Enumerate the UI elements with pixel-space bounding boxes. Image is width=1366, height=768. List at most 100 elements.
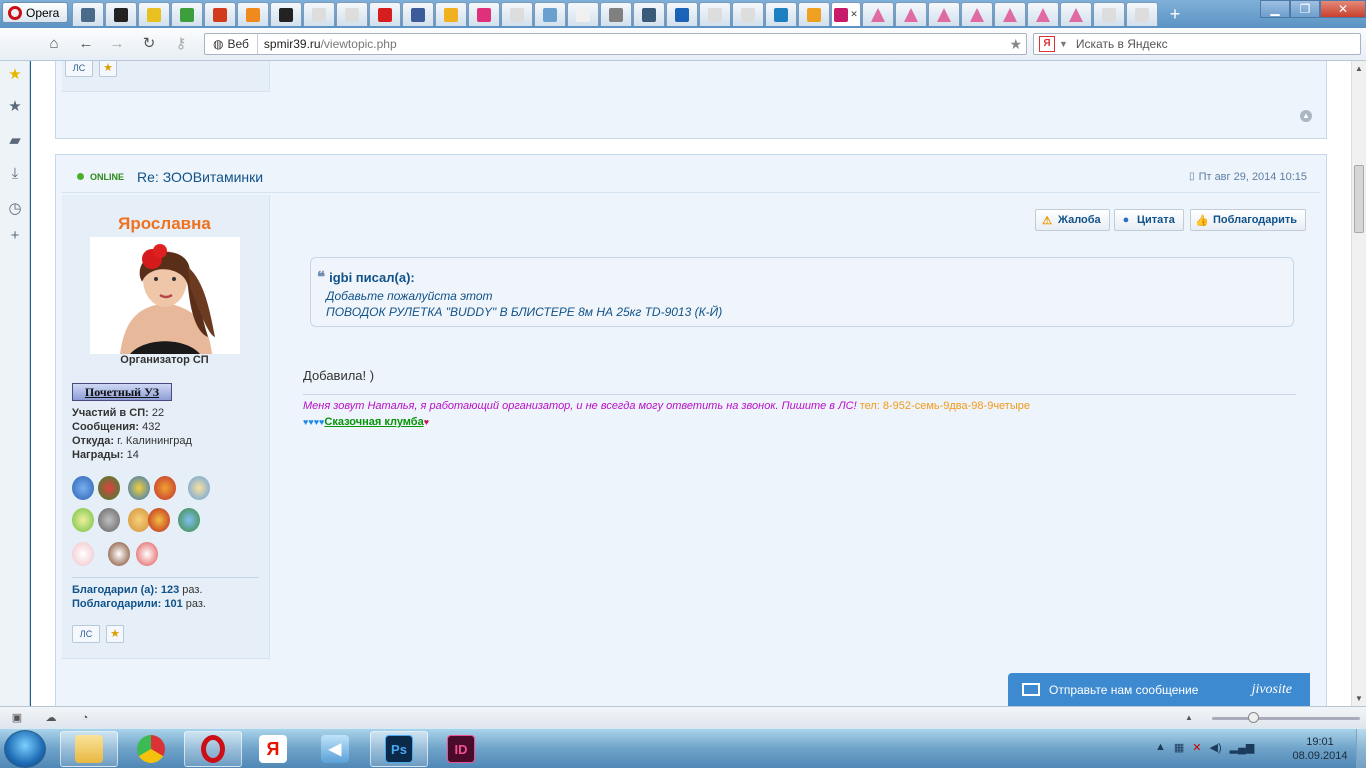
downloads-icon[interactable]: ⤓: [6, 165, 24, 183]
browser-tab[interactable]: [501, 2, 533, 26]
taskbar-yandex[interactable]: Я: [244, 731, 302, 767]
notes-icon[interactable]: ▰: [6, 132, 24, 150]
browser-tab[interactable]: [303, 2, 335, 26]
browser-tab[interactable]: [961, 2, 993, 26]
taskbar-chrome[interactable]: [122, 731, 180, 767]
close-tab-icon[interactable]: ✕: [850, 9, 858, 20]
quote-button[interactable]: ● Цитата: [1114, 209, 1184, 231]
speed-dial-star-icon[interactable]: ★: [6, 66, 24, 84]
show-desktop-button[interactable]: [1356, 729, 1366, 768]
taskbar-explorer[interactable]: [60, 731, 118, 767]
reputation-star-icon[interactable]: ★: [106, 625, 124, 643]
url-text[interactable]: spmir39.ru/viewtopic.php: [258, 37, 397, 51]
browser-tab[interactable]: [862, 2, 894, 26]
start-button[interactable]: [4, 730, 46, 768]
award-medal-icon[interactable]: [72, 476, 94, 500]
award-green-medal-icon[interactable]: [72, 508, 94, 532]
browser-tab[interactable]: [336, 2, 368, 26]
history-icon[interactable]: ◷: [6, 200, 24, 218]
browser-tab[interactable]: [138, 2, 170, 26]
tray-network-blocked-icon[interactable]: ✕: [1192, 741, 1201, 754]
cloud-icon[interactable]: ☁: [44, 711, 58, 725]
browser-tab[interactable]: [1027, 2, 1059, 26]
browser-tab[interactable]: [468, 2, 500, 26]
award-globe-icon[interactable]: [178, 508, 200, 532]
scroll-down-icon[interactable]: ▼: [1355, 694, 1363, 703]
browser-tab[interactable]: [402, 2, 434, 26]
browser-tab[interactable]: [105, 2, 137, 26]
browser-tab[interactable]: [994, 2, 1026, 26]
thanks-given-value[interactable]: 123: [161, 584, 179, 596]
zoom-slider[interactable]: [1212, 712, 1360, 723]
post-title[interactable]: Re: ЗООВитаминки: [137, 169, 263, 185]
page-scrollbar[interactable]: ▲ ▼: [1351, 61, 1366, 706]
award-cart-icon[interactable]: [98, 508, 120, 532]
taskbar-photoshop[interactable]: Ps: [370, 731, 428, 767]
taskbar-opera[interactable]: [184, 731, 242, 767]
opera-menu-button[interactable]: Opera: [2, 2, 68, 23]
browser-tab[interactable]: [204, 2, 236, 26]
back-to-top-icon[interactable]: ▲: [1300, 110, 1312, 122]
browser-tab[interactable]: [666, 2, 698, 26]
tray-volume-icon[interactable]: ◀): [1210, 741, 1222, 754]
complain-button[interactable]: ⚠ Жалоба: [1035, 209, 1110, 231]
award-dog-icon[interactable]: [108, 542, 130, 566]
tray-up-arrow-icon[interactable]: ▲: [1155, 741, 1166, 754]
close-icon[interactable]: ✕: [1320, 0, 1366, 18]
forward-icon[interactable]: →: [107, 35, 127, 53]
browser-tab[interactable]: [72, 2, 104, 26]
browser-tab[interactable]: ✕: [831, 2, 861, 26]
minimize-icon[interactable]: ▁: [1260, 0, 1290, 18]
browser-tab[interactable]: [928, 2, 960, 26]
browser-tab[interactable]: [765, 2, 797, 26]
home-icon[interactable]: ⌂: [44, 35, 64, 53]
browser-tab[interactable]: [798, 2, 830, 26]
thanks-received-value[interactable]: 101: [164, 598, 182, 610]
reputation-star-icon[interactable]: ★: [99, 61, 117, 77]
post-link-icon[interactable]: ▯: [1189, 171, 1195, 182]
new-tab-icon[interactable]: +: [1159, 2, 1191, 26]
back-icon[interactable]: ←: [76, 35, 96, 53]
browser-tab[interactable]: [534, 2, 566, 26]
award-thumbs-up-icon[interactable]: [128, 508, 150, 532]
award-cake-icon[interactable]: [188, 476, 210, 500]
signature-link[interactable]: Сказочная клумба: [324, 416, 423, 428]
key-icon[interactable]: ⚷: [171, 35, 191, 53]
award-star-medal-icon[interactable]: [128, 476, 150, 500]
reload-icon[interactable]: ↻: [139, 35, 159, 53]
browser-tab[interactable]: [633, 2, 665, 26]
search-box[interactable]: Я ▼ Искать в Яндекс: [1033, 33, 1361, 55]
bookmarks-icon[interactable]: ★: [6, 98, 24, 116]
browser-tab[interactable]: [1093, 2, 1125, 26]
browser-tab[interactable]: [567, 2, 599, 26]
zoom-slider-knob[interactable]: [1248, 712, 1259, 723]
award-piglet-icon[interactable]: [72, 542, 94, 566]
browser-tab[interactable]: [270, 2, 302, 26]
panel-toggle-icon[interactable]: ▣: [10, 711, 24, 725]
award-m-medal-icon[interactable]: [148, 508, 170, 532]
award-bouquet-icon[interactable]: [98, 476, 120, 500]
view-up-icon[interactable]: ▲: [1182, 711, 1196, 725]
author-name[interactable]: Ярославна: [62, 214, 267, 234]
address-bar[interactable]: ◍ Веб spmir39.ru/viewtopic.php ★: [204, 33, 1027, 55]
jivosite-chat-button[interactable]: Отправьте нам сообщение jivosite: [1008, 673, 1310, 706]
taskbar-sound[interactable]: ◀: [306, 731, 364, 767]
browser-tab[interactable]: [1126, 2, 1158, 26]
pm-button[interactable]: ЛС: [65, 61, 93, 77]
browser-tab[interactable]: [895, 2, 927, 26]
bookmark-star-icon[interactable]: ★: [1009, 36, 1022, 53]
award-first-aid-icon[interactable]: [136, 542, 158, 566]
chevron-down-icon[interactable]: ▼: [1059, 39, 1068, 49]
browser-tab[interactable]: [171, 2, 203, 26]
browser-tab[interactable]: [699, 2, 731, 26]
browser-tab[interactable]: [1060, 2, 1092, 26]
system-clock[interactable]: 19:01 08.09.2014: [1288, 735, 1352, 763]
thank-button[interactable]: 👍 Поблагодарить: [1190, 209, 1306, 231]
browser-tab[interactable]: [600, 2, 632, 26]
award-flower-icon[interactable]: [154, 476, 176, 500]
scroll-up-icon[interactable]: ▲: [1355, 64, 1363, 73]
browser-tab[interactable]: [237, 2, 269, 26]
browser-tab[interactable]: [435, 2, 467, 26]
browser-tab[interactable]: [369, 2, 401, 26]
scroll-thumb[interactable]: [1354, 165, 1364, 233]
